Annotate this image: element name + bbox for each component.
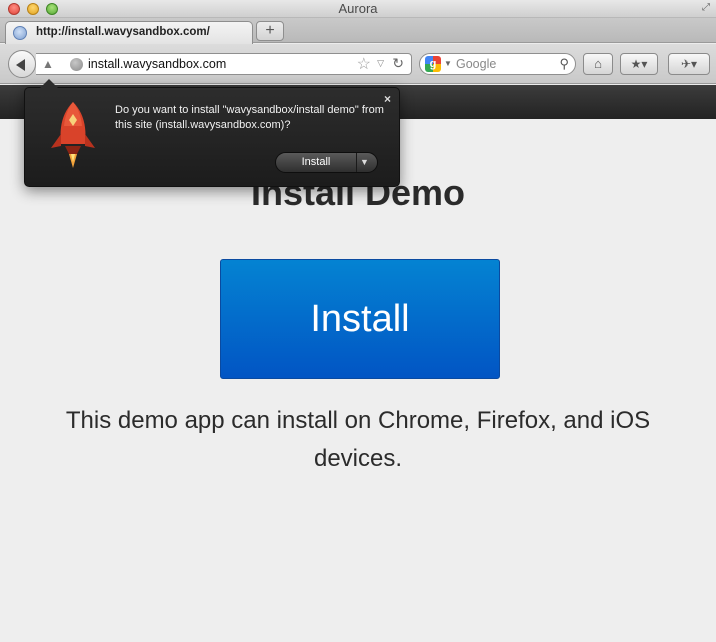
tab-title: http://install.wavysandbox.com/ [36, 26, 210, 38]
url-history-dropdown-icon[interactable]: ▽ [377, 58, 384, 69]
popup-install-button[interactable]: Install ▼ [275, 152, 378, 173]
window-titlebar: Aurora ⤢ [0, 0, 716, 18]
navigation-toolbar: ▲ install.wavysandbox.com ☆ ▽ ↻ g ▼ Goog… [0, 44, 716, 84]
url-domain: install.wavysandbox.com [88, 57, 227, 71]
tab-strip: http://install.wavysandbox.com/ + [0, 18, 716, 44]
popup-message: Do you want to install "wavysandbox/inst… [115, 104, 384, 131]
popup-install-separator [356, 153, 357, 172]
window-title: Aurora [338, 1, 378, 16]
page-description: This demo app can install on Chrome, Fir… [65, 407, 651, 472]
fullscreen-icon[interactable]: ⤢ [700, 2, 712, 14]
search-engine-dropdown-icon[interactable]: ▼ [444, 59, 452, 68]
popup-close-icon[interactable]: × [384, 92, 391, 106]
new-tab-button[interactable]: + [256, 21, 284, 41]
popup-install-dropdown-icon[interactable]: ▼ [360, 153, 369, 172]
home-button[interactable]: ⌂ [583, 53, 613, 75]
url-bar[interactable]: ▲ install.wavysandbox.com ☆ ▽ ↻ [36, 53, 412, 75]
search-input[interactable]: Google [456, 57, 496, 71]
google-icon[interactable]: g [425, 56, 441, 72]
extensions-button[interactable]: ✈▾ [668, 53, 710, 75]
globe-icon [70, 58, 83, 71]
install-button[interactable]: Install [220, 259, 500, 379]
tab-install-wavysandbox[interactable]: http://install.wavysandbox.com/ [5, 21, 253, 44]
tab-favicon-icon [13, 26, 27, 40]
rocket-icon [51, 102, 95, 168]
url-text[interactable]: install.wavysandbox.com [88, 57, 226, 71]
popup-install-label[interactable]: Install [276, 153, 356, 172]
reload-icon[interactable]: ↻ [392, 55, 404, 72]
addon-install-icon[interactable]: ▲ [39, 55, 57, 73]
search-magnifier-icon[interactable]: ⚲ [559, 56, 569, 72]
popup-arrow [40, 79, 58, 88]
install-permission-popup: Do you want to install "wavysandbox/inst… [24, 79, 400, 187]
bookmark-star-icon[interactable]: ☆ [357, 54, 371, 74]
bookmarks-button[interactable]: ★▾ [620, 53, 658, 75]
search-bar[interactable]: g ▼ Google ⚲ [419, 53, 576, 75]
back-button[interactable] [8, 50, 36, 78]
